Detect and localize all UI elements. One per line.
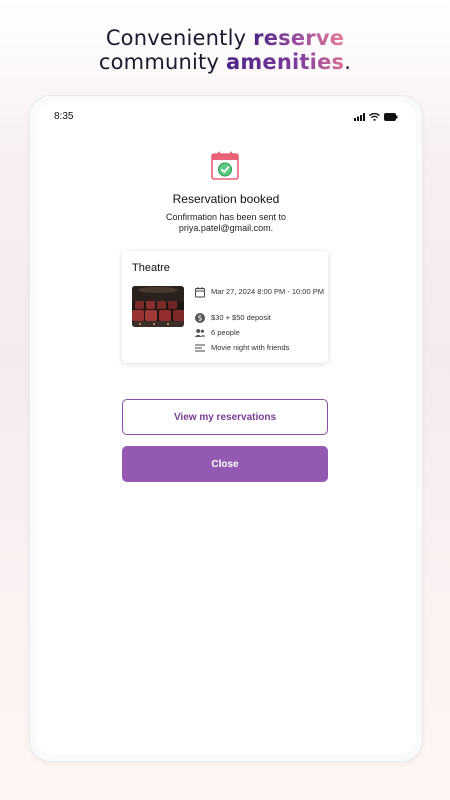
headline-suffix: . [344,50,352,74]
headline-highlight-reserve: reserve [253,26,345,50]
people-icon [194,329,206,337]
reservation-guests: 6 people [211,328,240,337]
headline-line-2: community amenities. [0,50,450,74]
confirmation-message-line-1: Confirmation has been sent to [165,212,287,222]
confirmation-message: Confirmation has been sent to priya.pate… [36,212,416,234]
wifi-icon [369,113,380,121]
close-button[interactable]: Close [122,446,328,482]
detail-note: Movie night with friends [194,342,324,354]
status-icons [354,113,398,121]
reservation-datetime: Mar 27, 2024 8:00 PM - 10:00 PM [211,287,324,296]
view-reservations-button[interactable]: View my reservations [122,399,328,435]
signal-icon [354,113,365,121]
battery-icon [384,113,398,121]
reservation-note: Movie night with friends [211,343,290,352]
headline-prefix-2: community [98,50,226,74]
app-screen: 8:35 Reservation booked Confirmation has… [36,102,416,755]
confirmation-title: Reservation booked [172,192,280,206]
headline-line-1: Conveniently reserve [0,26,450,50]
reservation-card: Theatre Mar 27, 2024 8:00 PM - 10:00 PM … [122,251,328,363]
calendar-icon [195,287,205,298]
amenity-name: Theatre [132,262,170,274]
tablet-frame: 8:35 Reservation booked Confirmation has… [29,95,423,762]
reservation-cost: $30 + $50 deposit [211,313,271,322]
detail-datetime: Mar 27, 2024 8:00 PM - 10:00 PM [194,286,324,298]
headline-highlight-amenities: amenities [225,50,345,74]
status-time: 8:35 [54,111,74,122]
calendar-check-icon [211,151,239,180]
notes-icon [195,344,205,352]
dollar-icon: $ [195,313,205,323]
detail-guests: 6 people [194,327,324,339]
headline-prefix-1: Conveniently [105,26,254,50]
detail-cost: $ $30 + $50 deposit [194,312,324,324]
confirmation-email: priya.patel@gmail.com. [178,223,274,233]
svg-text:$: $ [198,314,203,323]
theatre-thumbnail [132,286,184,327]
